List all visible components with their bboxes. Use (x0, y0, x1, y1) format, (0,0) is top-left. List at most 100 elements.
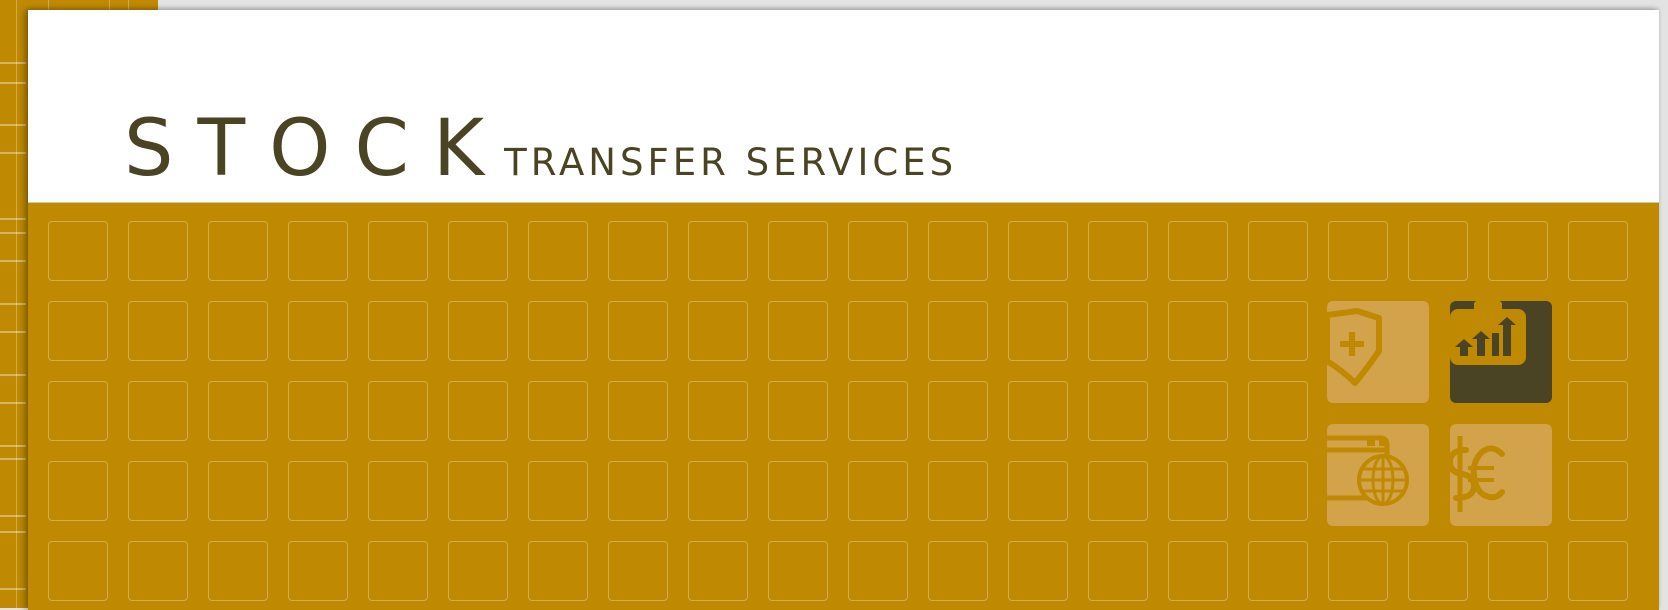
pattern-square (1168, 301, 1228, 361)
page-edge-line (0, 62, 26, 64)
pattern-square (848, 541, 908, 601)
shield-plus-icon (1327, 308, 1382, 386)
pattern-square (1168, 381, 1228, 441)
pattern-square (1088, 541, 1148, 601)
pattern-square (1408, 221, 1468, 281)
pattern-square (848, 301, 908, 361)
pattern-square (688, 461, 748, 521)
pattern-square (768, 221, 828, 281)
brand-subtitle: TRANSFER SERVICES (504, 141, 958, 184)
pattern-square (608, 381, 668, 441)
chart-arrows-icon (1450, 301, 1526, 365)
pattern-square (848, 221, 908, 281)
pattern-square (48, 301, 108, 361)
pattern-square (768, 301, 828, 361)
pattern-square (928, 541, 988, 601)
pattern-square (368, 461, 428, 521)
pattern-square (1568, 381, 1628, 441)
pattern-grid (48, 221, 1648, 610)
pattern-square (1328, 541, 1388, 601)
pattern-square (1008, 301, 1068, 361)
pattern-square (1248, 541, 1308, 601)
pattern-square (528, 461, 588, 521)
pattern-square (768, 541, 828, 601)
pattern-square (928, 301, 988, 361)
tile-currency (1450, 424, 1552, 526)
page-edge-line (0, 124, 26, 126)
pattern-square (1568, 301, 1628, 361)
pattern-square (688, 541, 748, 601)
pattern-square (48, 381, 108, 441)
pattern-square (1088, 381, 1148, 441)
pattern-square (1568, 221, 1628, 281)
pattern-square (128, 221, 188, 281)
pattern-square (528, 541, 588, 601)
pattern-square (1008, 381, 1068, 441)
pattern-square (528, 221, 588, 281)
pattern-square (1008, 221, 1068, 281)
pattern-square (1568, 461, 1628, 521)
pattern-square (208, 461, 268, 521)
pattern-square (448, 301, 508, 361)
pattern-square (1088, 461, 1148, 521)
pattern-square (128, 461, 188, 521)
pattern-square (1088, 301, 1148, 361)
pattern-square (608, 541, 668, 601)
brand-logotype: STOCK TRANSFER SERVICES (124, 110, 957, 200)
tile-web (1327, 424, 1429, 526)
pattern-square (528, 301, 588, 361)
pattern-square (608, 461, 668, 521)
pattern-square (1168, 541, 1228, 601)
page-edge-line (0, 152, 26, 154)
page-edge-line (0, 445, 26, 447)
pattern-square (848, 381, 908, 441)
pattern-square (448, 541, 508, 601)
page-edge-line (0, 458, 26, 460)
page-edge-line (0, 232, 26, 234)
pattern-square (368, 301, 428, 361)
page-edge-line (0, 374, 26, 376)
tile-shield (1327, 301, 1429, 403)
pattern-square (448, 221, 508, 281)
pattern-square (1008, 541, 1068, 601)
pattern-square (688, 381, 748, 441)
pattern-square (448, 461, 508, 521)
pattern-square (928, 381, 988, 441)
page-edge-line (0, 531, 26, 533)
pattern-square (208, 301, 268, 361)
pattern-square (208, 381, 268, 441)
pattern-square (1248, 221, 1308, 281)
pattern-square (1568, 541, 1628, 601)
pattern-square (928, 461, 988, 521)
pattern-square (128, 301, 188, 361)
pattern-square (688, 221, 748, 281)
page-edge-line (0, 588, 26, 590)
page-edge-line (0, 260, 26, 262)
pattern-square (688, 301, 748, 361)
brand-title: STOCK (124, 104, 509, 194)
pattern-square (208, 541, 268, 601)
pattern-square (48, 541, 108, 601)
pattern-square (288, 221, 348, 281)
pattern-square (928, 221, 988, 281)
pattern-square (768, 381, 828, 441)
pattern-square (368, 221, 428, 281)
pattern-square (1488, 221, 1548, 281)
page-edge-line (0, 82, 26, 84)
pattern-square (1328, 221, 1388, 281)
pattern-square (448, 381, 508, 441)
pattern-square (48, 461, 108, 521)
browser-globe-icon (1327, 435, 1409, 506)
pattern-square (848, 461, 908, 521)
pattern-square (1008, 461, 1068, 521)
pattern-square (208, 221, 268, 281)
pattern-square (368, 381, 428, 441)
document-cover: STOCK TRANSFER SERVICES (28, 10, 1659, 610)
pattern-square (288, 301, 348, 361)
page-edge-line (0, 218, 26, 220)
pattern-square (1168, 461, 1228, 521)
pattern-square (128, 541, 188, 601)
tile-chart (1450, 301, 1552, 403)
page-edge-line (0, 515, 26, 517)
currency-icon (1450, 436, 1505, 512)
